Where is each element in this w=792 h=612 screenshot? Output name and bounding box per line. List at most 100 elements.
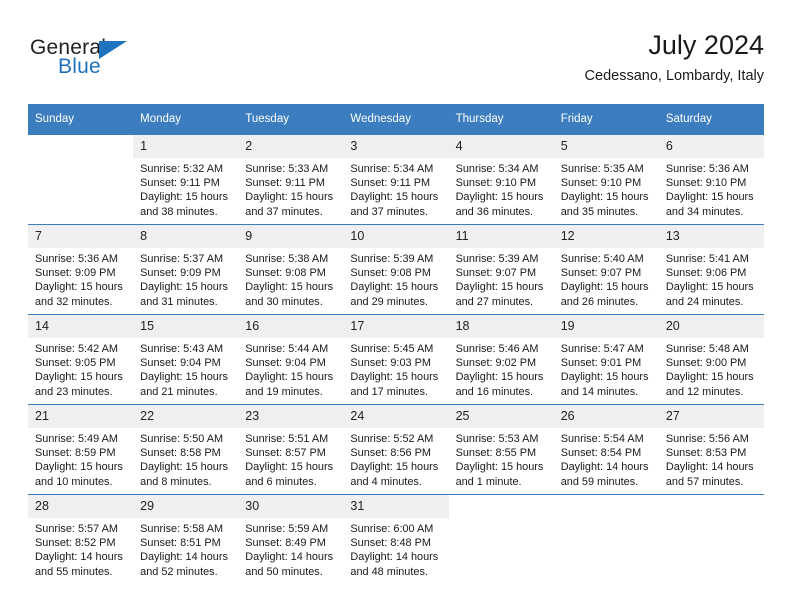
calendar-day-cell[interactable]: 1 Sunrise: 5:32 AM Sunset: 9:11 PM Daylight… [133,134,239,225]
calendar-day-cell[interactable]: 2 Sunrise: 5:33 AM Sunset: 9:11 PM Daylight… [238,134,344,225]
general-blue-logo[interactable]: General Blue [28,36,228,88]
calendar-day-cell[interactable]: 6 Sunrise: 5:36 AM Sunset: 9:10 PM Daylight… [658,134,764,225]
calendar-day-cell[interactable]: 12 Sunrise: 5:40 AM Sunset: 9:07 PM Dayligh… [553,224,659,315]
day-details: Sunrise: 5:48 AM Sunset: 9:00 PM Daylight:… [659,338,764,399]
calendar-day-cell[interactable]: 13 Sunrise: 5:41 AM Sunset: 9:06 PM Dayligh… [658,224,764,315]
daylight-text: Daylight: 14 hours and 55 minutes. [35,551,123,578]
sunset-text: Sunset: 9:00 PM [665,357,747,370]
daylight-text: Daylight: 15 hours and 32 minutes. [35,281,123,308]
day-number: 9 [238,225,344,248]
calendar-day-cell[interactable]: 3 Sunrise: 5:34 AM Sunset: 9:11 PM Daylight… [343,134,449,225]
daylight-text: Daylight: 15 hours and 30 minutes. [245,281,334,308]
day-details: Sunrise: 5:39 AM Sunset: 9:08 PM Daylight:… [343,248,448,309]
day-cell-inner: 7 Sunrise: 5:36 AM Sunset: 9:09 PM Daylight… [28,225,134,314]
day-cell-inner: 10 Sunrise: 5:39 AM Sunset: 9:08 PM Dayligh… [343,225,449,314]
daylight-text: Daylight: 15 hours and 4 minutes. [350,461,439,488]
calendar-day-cell[interactable]: 4 Sunrise: 5:34 AM Sunset: 9:10 PM Daylight… [448,134,554,225]
calendar-day-cell[interactable]: 28 Sunrise: 5:57 AM Sunset: 8:52 PM Dayligh… [28,494,134,585]
sunrise-text: Sunrise: 5:58 AM [140,523,224,535]
daylight-text: Daylight: 15 hours and 1 minute. [455,461,544,488]
calendar-day-cell[interactable]: 10 Sunrise: 5:39 AM Sunset: 9:08 PM Dayligh… [343,224,449,315]
calendar-day-cell[interactable]: 21 Sunrise: 5:49 AM Sunset: 8:59 PM Dayligh… [28,404,134,495]
day-details: Sunrise: 5:56 AM Sunset: 8:53 PM Daylight:… [659,428,764,489]
day-cell-inner: 11 Sunrise: 5:39 AM Sunset: 9:07 PM Dayligh… [448,225,554,314]
calendar-day-cell[interactable]: 19 Sunrise: 5:47 AM Sunset: 9:01 PM Dayligh… [553,314,659,405]
calendar-day-cell[interactable]: 11 Sunrise: 5:39 AM Sunset: 9:07 PM Dayligh… [448,224,554,315]
sunset-text: Sunset: 9:07 PM [455,267,537,280]
day-number: 15 [133,315,239,338]
day-number: 8 [133,225,239,248]
calendar-day-cell[interactable]: 8 Sunrise: 5:37 AM Sunset: 9:09 PM Daylight… [133,224,239,315]
day-cell-inner: 23 Sunrise: 5:51 AM Sunset: 8:57 PM Dayligh… [238,405,344,494]
day-details: Sunrise: 5:53 AM Sunset: 8:55 PM Daylight:… [449,428,554,489]
sunrise-text: Sunrise: 5:36 AM [35,253,118,265]
calendar-grid: Sunday Monday Tuesday Wednesday Thursday… [28,104,764,585]
day-details: Sunrise: 5:59 AM Sunset: 8:49 PM Daylight:… [238,518,343,579]
daylight-text: Daylight: 15 hours and 12 minutes. [665,371,754,398]
calendar-day-cell[interactable]: 29 Sunrise: 5:58 AM Sunset: 8:51 PM Dayligh… [133,494,239,585]
day-details: Sunrise: 5:36 AM Sunset: 9:09 PM Daylight:… [28,248,133,309]
day-details: Sunrise: 5:52 AM Sunset: 8:56 PM Daylight:… [343,428,448,489]
calendar-day-cell[interactable]: 17 Sunrise: 5:45 AM Sunset: 9:03 PM Dayligh… [343,314,449,405]
sunset-text: Sunset: 8:51 PM [140,537,221,550]
day-number: 4 [448,135,554,158]
weekday-header-monday: Monday [133,104,239,135]
day-cell-inner: 22 Sunrise: 5:50 AM Sunset: 8:58 PM Dayligh… [133,405,239,494]
calendar-day-cell[interactable]: 7 Sunrise: 5:36 AM Sunset: 9:09 PM Daylight… [28,224,134,315]
sunrise-text: Sunrise: 5:44 AM [245,343,329,355]
sunrise-text: Sunrise: 5:34 AM [455,163,539,175]
calendar-day-cell[interactable]: 16 Sunrise: 5:44 AM Sunset: 9:04 PM Dayligh… [238,314,344,405]
calendar-day-cell[interactable]: 31 Sunrise: 6:00 AM Sunset: 8:48 PM Dayligh… [343,494,449,585]
day-cell-inner: 24 Sunrise: 5:52 AM Sunset: 8:56 PM Dayligh… [343,405,449,494]
sunrise-text: Sunrise: 5:40 AM [560,253,644,265]
sunrise-text: Sunrise: 5:37 AM [140,253,224,265]
day-details: Sunrise: 5:39 AM Sunset: 9:07 PM Daylight:… [449,248,554,309]
day-cell-inner: 18 Sunrise: 5:46 AM Sunset: 9:02 PM Dayligh… [448,315,554,404]
calendar-day-cell[interactable]: 9 Sunrise: 5:38 AM Sunset: 9:08 PM Daylight… [238,224,344,315]
day-details: Sunrise: 5:34 AM Sunset: 9:10 PM Daylight:… [449,158,554,219]
sunrise-text: Sunrise: 5:48 AM [665,343,749,355]
calendar-day-cell[interactable]: 25 Sunrise: 5:53 AM Sunset: 8:55 PM Dayligh… [448,404,554,495]
calendar-day-cell[interactable]: 24 Sunrise: 5:52 AM Sunset: 8:56 PM Dayligh… [343,404,449,495]
day-number: 27 [658,405,764,428]
sunset-text: Sunset: 9:10 PM [455,177,537,190]
day-number: 13 [658,225,764,248]
day-details: Sunrise: 5:43 AM Sunset: 9:04 PM Daylight:… [133,338,238,399]
day-details: Sunrise: 5:58 AM Sunset: 8:51 PM Daylight:… [133,518,238,579]
sunset-text: Sunset: 9:04 PM [245,357,326,370]
day-number: 24 [343,405,449,428]
calendar-day-cell-empty [448,494,554,585]
sunset-text: Sunset: 9:07 PM [560,267,642,280]
sunrise-text: Sunrise: 5:49 AM [35,433,118,445]
day-cell-inner: 20 Sunrise: 5:48 AM Sunset: 9:00 PM Dayligh… [658,315,764,404]
calendar-page: General Blue July 2024 Cedessano, Lombar… [0,0,792,612]
day-cell-inner: 13 Sunrise: 5:41 AM Sunset: 9:06 PM Dayligh… [658,225,764,314]
sunrise-text: Sunrise: 5:34 AM [350,163,434,175]
sunset-text: Sunset: 9:08 PM [350,267,431,280]
day-details: Sunrise: 5:40 AM Sunset: 9:07 PM Daylight:… [554,248,659,309]
calendar-day-cell[interactable]: 5 Sunrise: 5:35 AM Sunset: 9:10 PM Daylight… [553,134,659,225]
calendar-day-cell[interactable]: 15 Sunrise: 5:43 AM Sunset: 9:04 PM Dayligh… [133,314,239,405]
calendar-day-cell[interactable]: 22 Sunrise: 5:50 AM Sunset: 8:58 PM Dayligh… [133,404,239,495]
calendar-day-cell[interactable]: 14 Sunrise: 5:42 AM Sunset: 9:05 PM Dayligh… [28,314,134,405]
calendar-day-cell[interactable]: 26 Sunrise: 5:54 AM Sunset: 8:54 PM Dayligh… [553,404,659,495]
daylight-text: Daylight: 15 hours and 37 minutes. [350,191,439,218]
calendar-day-cell[interactable]: 20 Sunrise: 5:48 AM Sunset: 9:00 PM Dayligh… [658,314,764,405]
sunrise-text: Sunrise: 5:39 AM [455,253,539,265]
sunrise-text: Sunrise: 5:53 AM [455,433,539,445]
day-number: 7 [28,225,134,248]
day-number: 29 [133,495,239,518]
daylight-text: Daylight: 14 hours and 50 minutes. [245,551,334,578]
calendar-day-cell[interactable]: 18 Sunrise: 5:46 AM Sunset: 9:02 PM Dayligh… [448,314,554,405]
day-number: 11 [448,225,554,248]
sunset-text: Sunset: 9:11 PM [350,177,431,190]
sunrise-text: Sunrise: 5:56 AM [665,433,749,445]
daylight-text: Daylight: 15 hours and 27 minutes. [455,281,544,308]
daylight-text: Daylight: 15 hours and 35 minutes. [560,191,649,218]
calendar-day-cell[interactable]: 27 Sunrise: 5:56 AM Sunset: 8:53 PM Dayligh… [658,404,764,495]
day-cell-inner: 1 Sunrise: 5:32 AM Sunset: 9:11 PM Daylight… [133,135,239,224]
calendar-day-cell[interactable]: 30 Sunrise: 5:59 AM Sunset: 8:49 PM Dayligh… [238,494,344,585]
calendar-day-cell[interactable]: 23 Sunrise: 5:51 AM Sunset: 8:57 PM Dayligh… [238,404,344,495]
sunset-text: Sunset: 9:01 PM [560,357,642,370]
day-number: 30 [238,495,344,518]
